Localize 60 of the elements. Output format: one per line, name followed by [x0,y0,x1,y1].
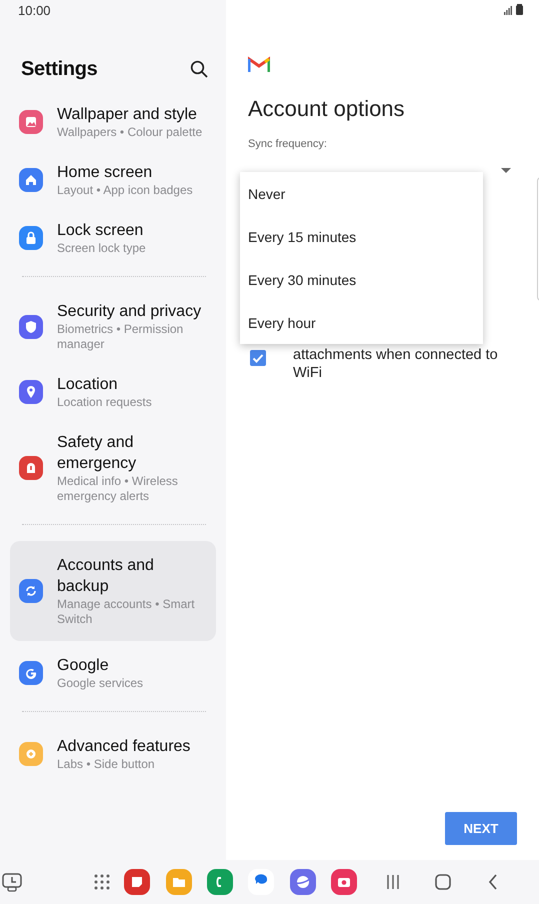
menu-option[interactable]: Every 15 minutes [240,215,483,258]
item-subtitle: Biometrics • Permission manager [57,322,184,352]
item-subtitle: Manage accounts • Smart Switch [57,597,196,627]
checkbox-label: attachments when connected to WiFi [293,346,499,382]
house-icon [19,168,43,192]
status-time: 10:00 [17,2,52,20]
item-subtitle: Medical info • Wireless emergency alerts [57,474,179,504]
settings-title: Settings [21,58,98,80]
desktop-clock-icon[interactable] [2,872,22,892]
item-title: Lock screen [57,221,144,241]
item-subtitle: Location requests [57,395,152,410]
item-subtitle: Wallpapers • Colour palette [57,125,202,140]
shield-icon [19,314,43,338]
back-icon[interactable] [488,874,498,890]
item-title: Location [57,375,118,395]
settings-item[interactable]: Security and privacy Biometrics • Permission manager [10,293,216,360]
settings-item[interactable]: Wallpaper and style Wallpapers • Colour palette [10,96,216,148]
signal-icon [504,6,512,15]
item-title: Accounts and backup [57,556,155,597]
battery-icon [516,4,523,15]
item-title: Security and privacy [57,302,202,322]
settings-item[interactable]: Location Location requests [10,366,216,418]
app-grid-icon[interactable] [94,874,110,890]
search-icon[interactable] [190,60,208,78]
item-subtitle: Screen lock type [57,241,146,256]
menu-option[interactable]: Never [240,172,483,215]
checkbox[interactable] [250,350,266,366]
mail-logo-icon [248,56,270,72]
gear-plus-icon [19,742,43,766]
item-title: Advanced features [57,737,190,757]
sync-icon [19,579,43,603]
recents-icon[interactable] [386,874,400,890]
image-icon [19,110,43,134]
settings-item[interactable]: Lock screen Screen lock type [10,212,216,264]
menu-option[interactable]: Every 30 minutes [240,258,483,301]
item-subtitle: Layout • App icon badges [57,183,193,198]
item-title: Safety and emergency [57,433,138,474]
dropdown-arrow-icon[interactable] [501,168,511,172]
padlock-icon [19,226,43,250]
settings-item[interactable]: Safety and emergency Medical info • Wireless emergency alerts [10,424,216,512]
settings-item[interactable]: Google Google services [10,647,216,699]
page-title: Account options [248,96,406,122]
menu-option[interactable]: Every hour [240,301,483,344]
settings-item[interactable]: Home screen Layout • App icon badges [10,154,216,206]
note-app-icon[interactable] [124,869,150,895]
item-title: Google [57,656,110,676]
location-pin-icon [19,380,43,404]
settings-item[interactable]: Accounts and backup Manage accounts • Smart Switch [10,541,216,641]
item-title: Home screen [57,163,154,183]
g-letter-icon [19,661,43,685]
item-title: Wallpaper and style [57,105,198,125]
item-subtitle: Labs • Side button [57,757,156,772]
settings-item[interactable]: Advanced features Labs • Side button [10,728,216,780]
item-subtitle: Google services [57,676,144,691]
chat-bubble-app-icon[interactable] [248,869,274,895]
camera-app-icon[interactable] [331,869,357,895]
home-icon[interactable] [435,874,451,890]
next-button[interactable]: NEXT [445,812,517,845]
field-label: Sync frequency: [248,138,328,150]
planet-app-icon[interactable] [290,869,316,895]
